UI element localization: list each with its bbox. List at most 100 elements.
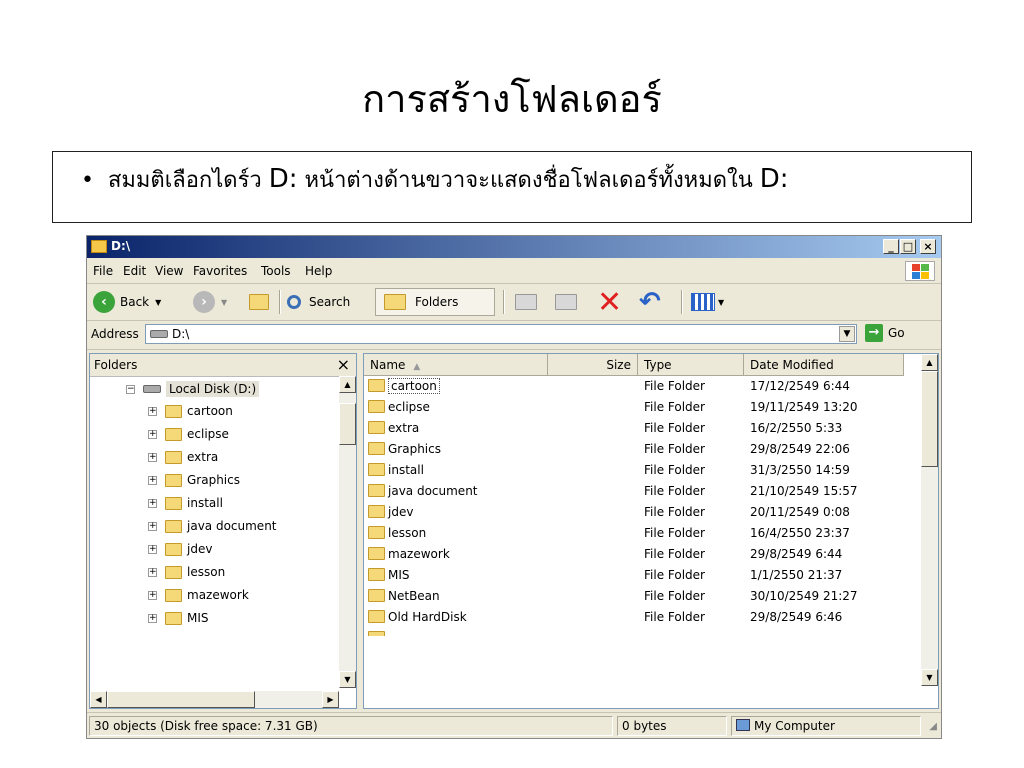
table-row[interactable]: eclipse File Folder 19/11/2549 13:20 <box>364 397 923 418</box>
toolbar: ‹ Back ▼ › ▼ Search Folders ✕ ↶ ▼ <box>87 284 941 321</box>
collapse-icon[interactable]: − <box>126 384 135 394</box>
tree-item[interactable]: + jdev <box>148 538 212 560</box>
address-dropdown-button[interactable]: ▼ <box>839 326 855 342</box>
move-to-icon <box>515 294 537 310</box>
slide-title: การสร้างโฟลเดอร์ <box>362 77 662 121</box>
scroll-thumb[interactable] <box>107 691 255 708</box>
row-type: File Folder <box>644 505 705 519</box>
views-button[interactable]: ▼ <box>691 288 724 316</box>
expand-icon[interactable]: + <box>148 406 157 416</box>
tree-item[interactable]: + Graphics <box>148 469 240 491</box>
menu-favorites[interactable]: Favorites <box>193 264 247 278</box>
expand-icon[interactable]: + <box>148 613 157 623</box>
forward-button[interactable]: › ▼ <box>193 288 227 316</box>
tree-item-local-disk[interactable]: − Local Disk (D:) <box>126 378 260 400</box>
table-row[interactable]: Graphics File Folder 29/8/2549 22:06 <box>364 439 923 460</box>
undo-button[interactable]: ↶ <box>639 287 661 317</box>
list-vertical-scrollbar[interactable]: ▲ ▼ <box>921 354 938 686</box>
scroll-thumb[interactable] <box>339 403 356 445</box>
maximize-button[interactable]: □ <box>900 239 916 254</box>
address-input[interactable]: D:\ ▼ <box>145 324 857 344</box>
expand-icon[interactable]: + <box>148 521 157 531</box>
column-header-date[interactable]: Date Modified <box>744 354 904 376</box>
folders-horizontal-scrollbar[interactable]: ◀ ▶ <box>90 691 339 708</box>
menu-edit[interactable]: Edit <box>123 264 146 278</box>
delete-button[interactable]: ✕ <box>597 285 622 320</box>
folder-icon <box>165 519 182 533</box>
go-button[interactable]: → Go <box>865 324 905 342</box>
expand-icon[interactable]: + <box>148 429 157 439</box>
tree-item[interactable]: + MIS <box>148 607 209 629</box>
row-date: 30/10/2549 21:27 <box>750 589 858 603</box>
tree-item-label: Local Disk (D:) <box>166 381 260 397</box>
table-row[interactable]: NetBean File Folder 30/10/2549 21:27 <box>364 586 923 607</box>
folders-label: Folders <box>415 295 459 309</box>
tree-item[interactable]: + mazework <box>148 584 249 606</box>
copy-to-icon <box>555 294 577 310</box>
bullet-marker: • <box>81 168 94 193</box>
expand-icon[interactable]: + <box>148 475 157 485</box>
table-row[interactable]: MIS File Folder 1/1/2550 21:37 <box>364 565 923 586</box>
tree-item[interactable]: + eclipse <box>148 423 229 445</box>
table-row[interactable]: jdev File Folder 20/11/2549 0:08 <box>364 502 923 523</box>
table-row[interactable]: extra File Folder 16/2/2550 5:33 <box>364 418 923 439</box>
scroll-left-button[interactable]: ◀ <box>90 691 107 708</box>
scroll-down-button[interactable]: ▼ <box>921 669 938 686</box>
table-row[interactable]: install File Folder 31/3/2550 14:59 <box>364 460 923 481</box>
title-bar[interactable]: D:\ _ □ × <box>87 236 941 258</box>
row-name: eclipse <box>388 400 430 414</box>
expand-icon[interactable]: + <box>148 544 157 554</box>
table-row[interactable]: mazework File Folder 29/8/2549 6:44 <box>364 544 923 565</box>
bullet-box: • สมมติเลือกไดร์ว D: หน้าต่างด้านขวาจะแสด… <box>52 151 972 223</box>
menu-file[interactable]: File <box>93 264 113 278</box>
table-row[interactable]: java document File Folder 21/10/2549 15:57 <box>364 481 923 502</box>
folders-vertical-scrollbar[interactable]: ▲ ▼ <box>339 376 356 688</box>
row-date: 21/10/2549 15:57 <box>750 484 858 498</box>
tree-item[interactable]: + java document <box>148 515 277 537</box>
column-header-type[interactable]: Type <box>638 354 744 376</box>
folder-icon <box>165 565 182 579</box>
move-to-button[interactable] <box>515 288 542 316</box>
menu-help[interactable]: Help <box>305 264 332 278</box>
scroll-down-button[interactable]: ▼ <box>339 671 356 688</box>
tree-item[interactable]: + cartoon <box>148 400 233 422</box>
expand-icon[interactable]: + <box>148 498 157 508</box>
folder-icon <box>165 611 182 625</box>
address-label: Address <box>91 327 139 341</box>
scroll-up-button[interactable]: ▲ <box>921 354 938 371</box>
search-button[interactable]: Search <box>287 288 350 316</box>
copy-to-button[interactable] <box>555 288 582 316</box>
close-button[interactable]: × <box>920 239 936 254</box>
expand-icon[interactable]: + <box>148 452 157 462</box>
expand-icon[interactable]: + <box>148 567 157 577</box>
expand-icon[interactable]: + <box>148 590 157 600</box>
column-header-name[interactable]: Name ▲ <box>364 354 548 376</box>
table-row[interactable]: lesson File Folder 16/4/2550 23:37 <box>364 523 923 544</box>
window-title: D:\ <box>111 239 131 253</box>
up-button[interactable] <box>249 288 274 316</box>
table-row[interactable]: Old HardDisk File Folder 29/8/2549 6:46 <box>364 607 923 628</box>
row-name: MIS <box>388 568 410 582</box>
table-row[interactable]: cartoon File Folder 17/12/2549 6:44 <box>364 376 923 397</box>
folder-icon <box>368 547 385 560</box>
back-button[interactable]: ‹ Back ▼ <box>93 288 161 316</box>
folders-button[interactable]: Folders <box>375 288 495 316</box>
column-label: Name <box>370 358 406 372</box>
bullet-text: • สมมติเลือกไดร์ว D: หน้าต่างด้านขวาจะแสด… <box>81 162 789 197</box>
tree-item[interactable]: + extra <box>148 446 218 468</box>
menu-view[interactable]: View <box>155 264 183 278</box>
tree-item[interactable]: + install <box>148 492 223 514</box>
scroll-thumb[interactable] <box>921 371 938 467</box>
column-header-size[interactable]: Size <box>548 354 638 376</box>
minimize-button[interactable]: _ <box>883 239 899 254</box>
folder-icon <box>368 526 385 539</box>
folders-pane-close-button[interactable]: × <box>337 355 350 374</box>
resize-grip-icon[interactable]: ◢ <box>929 721 937 732</box>
menu-tools[interactable]: Tools <box>261 264 291 278</box>
scroll-up-button[interactable]: ▲ <box>339 376 356 393</box>
tree-item[interactable]: + lesson <box>148 561 225 583</box>
row-name: cartoon <box>388 378 440 394</box>
folders-icon <box>384 294 406 310</box>
tree-item-label: eclipse <box>187 427 229 441</box>
scroll-right-button[interactable]: ▶ <box>322 691 339 708</box>
